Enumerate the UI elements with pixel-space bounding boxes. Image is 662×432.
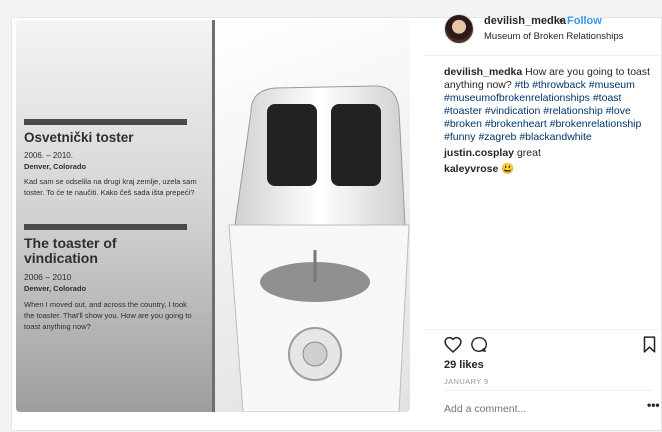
sign-place-hr: Denver, Colorado bbox=[24, 162, 87, 171]
header-divider bbox=[424, 55, 662, 56]
hashtag-link[interactable]: #broken bbox=[444, 118, 482, 130]
sign-title-en: The toaster of vindication bbox=[24, 235, 117, 266]
hashtag-link[interactable]: #brokenheart bbox=[485, 118, 547, 130]
comment-item: justin.cosplay great bbox=[444, 147, 654, 160]
comment-text: 😃 bbox=[501, 163, 515, 175]
post-username[interactable]: devilish_medka bbox=[484, 15, 566, 27]
toaster-photo-panel bbox=[215, 20, 410, 412]
comment-username[interactable]: kaleyvrose bbox=[444, 163, 498, 175]
follow-button[interactable]: Follow bbox=[567, 15, 602, 27]
post-location[interactable]: Museum of Broken Relationships bbox=[484, 31, 623, 42]
hashtag-link[interactable]: #toast bbox=[593, 92, 622, 104]
museum-sign-panel: Osvetnički toster 2006. – 2010. Denver, … bbox=[16, 20, 212, 412]
sign-text-en: When I moved out, and across the country… bbox=[24, 300, 192, 331]
post-date[interactable]: JANUARY 9 bbox=[444, 377, 489, 386]
instagram-post: Osvetnički toster 2006. – 2010. Denver, … bbox=[11, 14, 662, 432]
post-media[interactable]: Osvetnički toster 2006. – 2010. Denver, … bbox=[12, 18, 411, 412]
post-photo: Osvetnički toster 2006. – 2010. Denver, … bbox=[16, 20, 410, 412]
sign-years-hr: 2006. – 2010. bbox=[24, 151, 73, 160]
hashtag-link[interactable]: #toaster bbox=[444, 105, 482, 117]
avatar[interactable] bbox=[444, 14, 474, 44]
sign-title-hr: Osvetnički toster bbox=[24, 130, 134, 145]
hashtag-link[interactable]: #museum bbox=[589, 79, 635, 91]
comment-input[interactable] bbox=[444, 403, 624, 415]
post-sidebar: devilish_medka • Follow Museum of Broken… bbox=[424, 14, 662, 432]
hashtag-link[interactable]: #blackandwhite bbox=[519, 131, 591, 143]
comment-item: kaleyvrose 😃 bbox=[444, 163, 654, 176]
hashtag-link[interactable]: #funny bbox=[444, 131, 476, 143]
sign-place-en: Denver, Colorado bbox=[24, 284, 87, 293]
hashtag-link[interactable]: #vindication bbox=[485, 105, 540, 117]
hashtag-link[interactable]: #brokenrelationship bbox=[550, 118, 642, 130]
actions-divider bbox=[424, 329, 662, 330]
hashtag-link[interactable]: #zagreb bbox=[478, 131, 516, 143]
comment-divider bbox=[444, 390, 654, 391]
comments-list: devilish_medka How are you going to toas… bbox=[444, 66, 654, 179]
sign-rule-bottom bbox=[24, 224, 187, 230]
toaster-illustration bbox=[228, 85, 410, 412]
hashtag-link[interactable]: #love bbox=[606, 105, 631, 117]
comment-text: great bbox=[516, 147, 541, 159]
heart-outline-icon[interactable] bbox=[444, 336, 462, 353]
caption-username[interactable]: devilish_medka bbox=[444, 66, 522, 78]
separator-dot: • bbox=[559, 15, 563, 27]
comment-username[interactable]: justin.cosplay bbox=[444, 147, 514, 159]
caption: devilish_medka How are you going to toas… bbox=[444, 66, 654, 144]
more-options-button[interactable]: ••• bbox=[647, 398, 660, 412]
hashtag-link[interactable]: #museumofbrokenrelationships bbox=[444, 92, 590, 104]
likes-count[interactable]: 29 likes bbox=[444, 359, 484, 371]
hashtag-link[interactable]: #tb bbox=[515, 79, 530, 91]
hashtag-link[interactable]: #throwback bbox=[532, 79, 586, 91]
sign-rule-top bbox=[24, 119, 187, 125]
sign-years-en: 2006 – 2010 bbox=[24, 272, 72, 282]
speech-bubble-icon[interactable] bbox=[470, 336, 487, 353]
hashtag-link[interactable]: #relationship bbox=[543, 105, 603, 117]
bookmark-icon[interactable] bbox=[643, 336, 656, 353]
sign-text-hr: Kad sam se odselila na drugi kraj zemlje… bbox=[24, 177, 197, 197]
